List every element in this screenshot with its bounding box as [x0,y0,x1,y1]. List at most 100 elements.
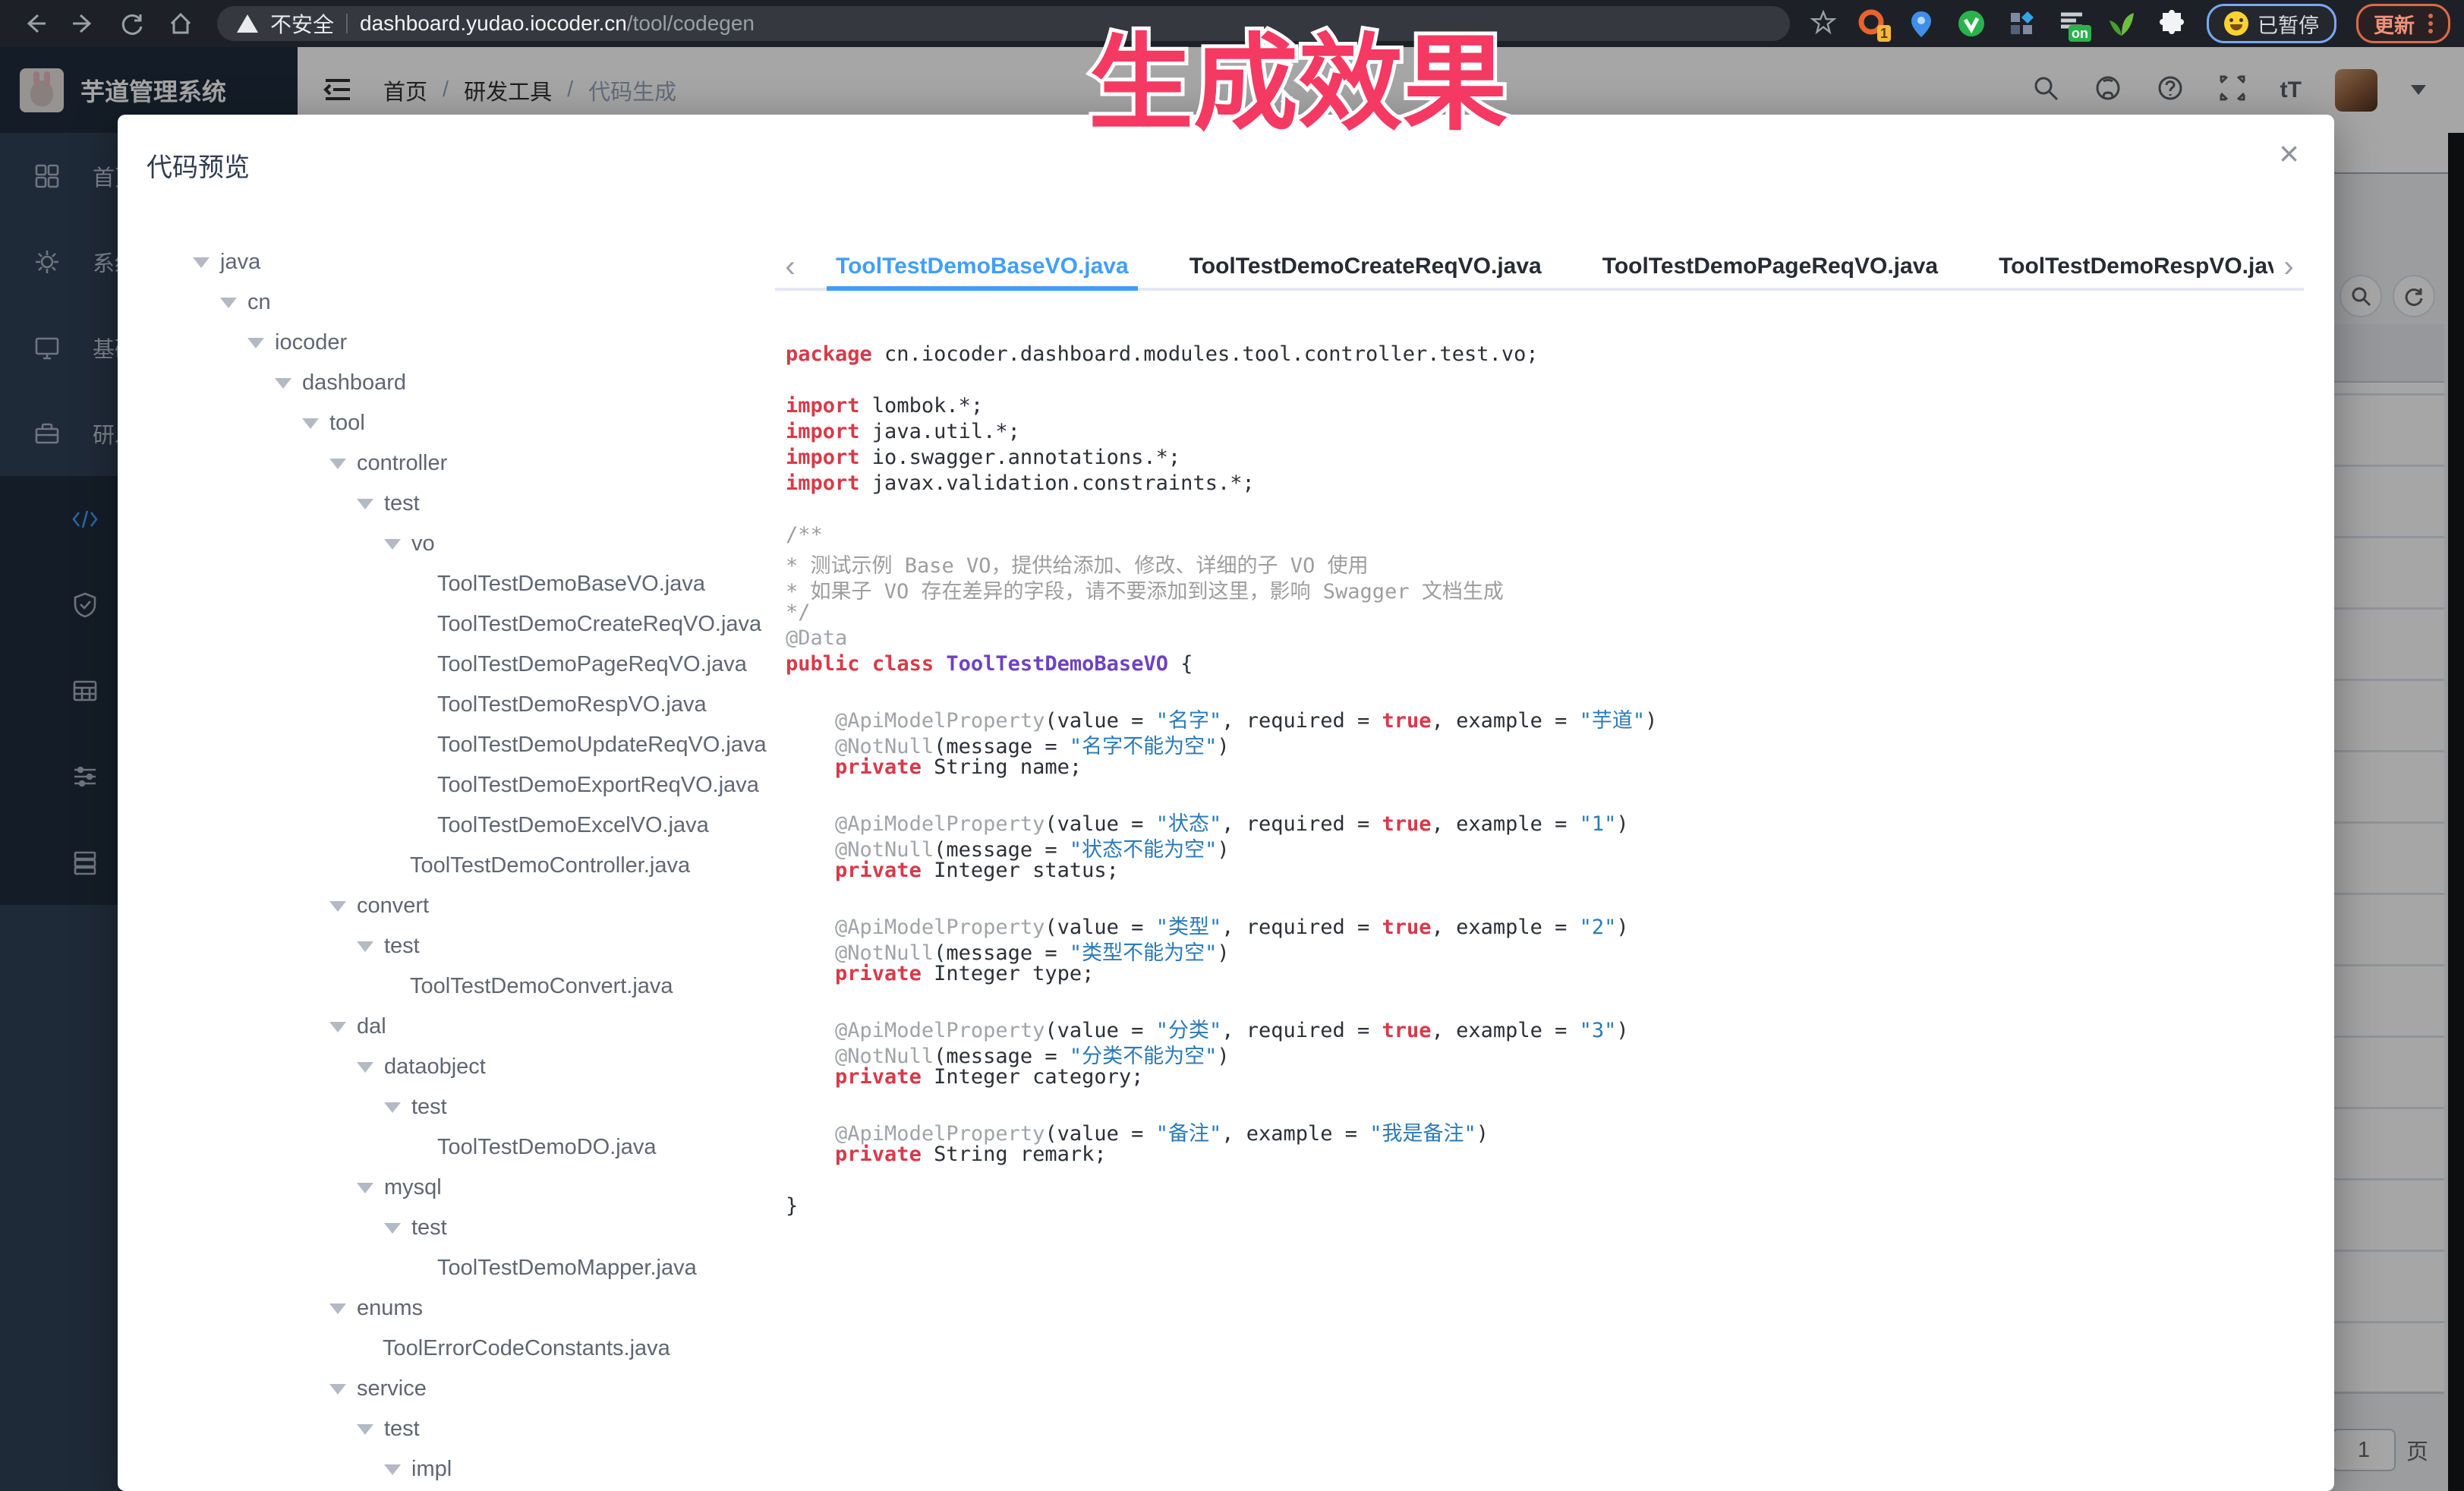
tree-file[interactable]: ToolTestDemoPageReqVO.java [145,645,775,685]
caret-down-icon[interactable] [247,338,264,348]
tree-label: cn [247,290,271,315]
tree-folder[interactable]: test [145,1087,775,1127]
caret-down-icon[interactable] [275,378,291,389]
code-line: @ApiModelProperty(value = "名字", required… [786,704,2304,730]
tree-file[interactable]: ToolErrorCodeConstants.java [145,1329,775,1369]
tree-folder[interactable]: dataobject [145,1047,775,1087]
code-line: public class ToolTestDemoBaseVO { [786,652,2304,678]
file-tab[interactable]: ToolTestDemoPageReqVO.java [1572,242,1968,291]
address-bar[interactable]: 不安全 dashboard.yudao.iocoder.cn/tool/code… [217,6,1790,41]
caret-down-icon[interactable] [357,1424,373,1435]
code-line: private Integer type; [786,962,2304,988]
tree-folder[interactable]: test [145,484,775,524]
ext-orange-circle-icon[interactable]: 1 [1856,8,1886,39]
tree-folder[interactable]: vo [145,524,775,564]
caret-down-icon[interactable] [357,1062,373,1073]
tree-file[interactable]: ToolTestDemoConvert.java [145,966,775,1007]
browser-menu-icon[interactable] [2428,14,2433,33]
caret-down-icon[interactable] [302,418,319,429]
code-preview-dialog: 代码预览 × javacniocoderdashboardtoolcontrol… [118,115,2334,1491]
tree-folder[interactable]: java [145,242,775,282]
code-line: import java.util.*; [786,420,2304,446]
caret-down-icon[interactable] [329,1303,346,1314]
code-line: @NotNull(message = "分类不能为空") [786,1039,2304,1065]
code-line: private String name; [786,755,2304,781]
extensions-puzzle-icon[interactable] [2157,8,2187,39]
tree-folder[interactable]: dashboard [145,363,775,403]
tree-file[interactable]: ToolTestDemoExcelVO.java [145,805,775,846]
ext-grid-icon[interactable] [2006,8,2037,39]
home-icon[interactable] [167,10,194,37]
tree-label: ToolErrorCodeConstants.java [383,1336,670,1361]
bookmark-star-icon[interactable] [1810,9,1836,39]
tree-folder[interactable]: service [145,1369,775,1409]
profile-avatar-icon [2224,11,2248,36]
tree-file[interactable]: ToolTestDemoDO.java [145,1127,775,1168]
tree-folder[interactable]: impl [145,1449,775,1487]
ext-leaf-icon[interactable] [2106,8,2137,39]
caret-down-icon[interactable] [357,499,373,509]
tree-file[interactable]: ToolTestDemoRespVO.java [145,685,775,725]
caret-down-icon[interactable] [329,459,346,469]
tree-label: ToolTestDemoCreateReqVO.java [437,612,761,637]
code-line: import javax.validation.constraints.*; [786,471,2304,497]
caret-down-icon[interactable] [329,1022,346,1032]
forward-icon[interactable] [70,10,97,37]
tree-label: ToolTestDemoExcelVO.java [437,813,709,838]
tree-folder[interactable]: cn [145,282,775,323]
url-path[interactable]: /tool/codegen [627,11,755,35]
tree-folder[interactable]: convert [145,886,775,926]
tree-folder[interactable]: mysql [145,1168,775,1208]
tree-file[interactable]: ToolTestDemoBaseVO.java [145,564,775,604]
tree-folder[interactable]: iocoder [145,323,775,363]
browser-update-button[interactable]: 更新 [2356,4,2450,43]
ext-green-v-icon[interactable] [1956,8,1987,39]
security-warning-icon[interactable] [237,14,258,33]
caret-down-icon[interactable] [193,257,210,268]
code-view[interactable]: package cn.iocoder.dashboard.modules.too… [786,342,2304,1481]
file-tab[interactable]: ToolTestDemoRespVO.java [1968,242,2273,291]
browser-toolbar: 不安全 dashboard.yudao.iocoder.cn/tool/code… [0,0,2464,47]
tree-file[interactable]: ToolTestDemoMapper.java [145,1248,775,1288]
tree-folder[interactable]: controller [145,443,775,484]
tree-folder[interactable]: tool [145,403,775,443]
caret-down-icon[interactable] [329,901,346,912]
profile-paused-badge[interactable]: 已暂停 [2207,4,2336,43]
tree-file[interactable]: ToolTestDemoExportReqVO.java [145,765,775,805]
close-icon[interactable]: × [2279,136,2299,171]
tree-file[interactable]: ToolTestDemoController.java [145,846,775,886]
tree-label: vo [411,531,435,556]
ext-on-badge-icon[interactable]: on [2056,8,2087,39]
tree-folder[interactable]: enums [145,1288,775,1329]
url-host[interactable]: dashboard.yudao.iocoder.cn [360,11,627,35]
file-tabs: ‹ ToolTestDemoBaseVO.javaToolTestDemoCre… [775,242,2304,291]
caret-down-icon[interactable] [357,941,373,952]
caret-down-icon[interactable] [357,1183,373,1193]
file-tab[interactable]: ToolTestDemoCreateReqVO.java [1159,242,1572,291]
security-label[interactable]: 不安全 [270,8,334,39]
tree-file[interactable]: ToolTestDemoUpdateReqVO.java [145,725,775,765]
tree-label: ToolTestDemoUpdateReqVO.java [437,733,767,758]
caret-down-icon[interactable] [329,1384,346,1395]
ext-blue-pin-icon[interactable] [1906,8,1936,39]
tree-folder[interactable]: test [145,926,775,966]
code-line: /** [786,523,2304,549]
file-tab[interactable]: ToolTestDemoBaseVO.java [805,242,1159,291]
tree-label: ToolTestDemoMapper.java [437,1256,697,1281]
tree-folder[interactable]: test [145,1409,775,1449]
caret-down-icon[interactable] [384,1464,401,1475]
tree-file[interactable]: ToolTestDemoCreateReqVO.java [145,604,775,645]
caret-down-icon[interactable] [384,539,401,550]
tabs-scroll-right-icon[interactable]: › [2273,242,2304,291]
caret-down-icon[interactable] [220,298,237,308]
caret-down-icon[interactable] [384,1102,401,1113]
tree-label: enums [357,1296,423,1321]
reload-icon[interactable] [118,10,146,37]
tree-folder[interactable]: test [145,1208,775,1248]
tree-label: iocoder [275,330,347,355]
tree-folder[interactable]: dal [145,1007,775,1047]
back-icon[interactable] [21,10,49,37]
caret-down-icon[interactable] [384,1223,401,1234]
ext-badge-on: on [2069,25,2091,42]
tabs-scroll-left-icon[interactable]: ‹ [775,242,805,291]
